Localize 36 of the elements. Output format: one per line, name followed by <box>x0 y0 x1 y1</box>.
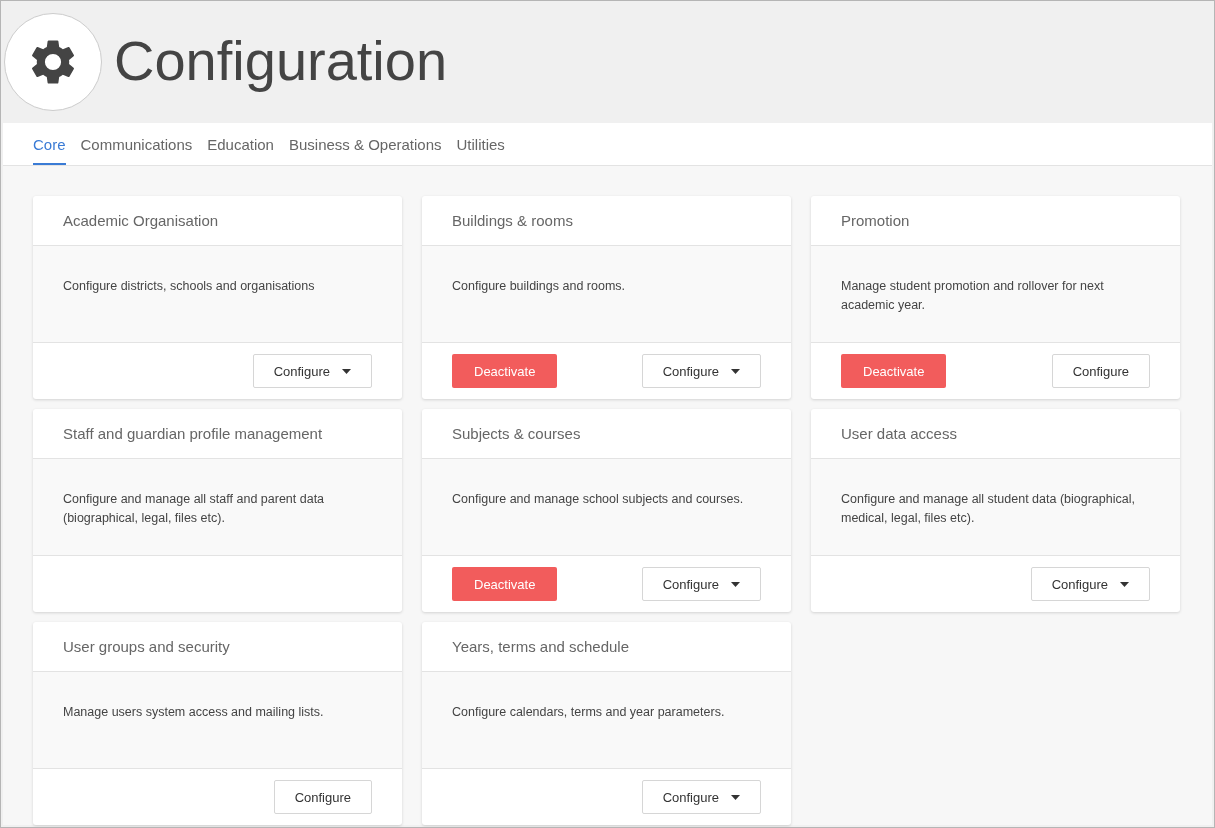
tab[interactable]: Utilities <box>456 123 505 165</box>
card-title: User groups and security <box>63 638 230 655</box>
card-title: Years, terms and schedule <box>452 638 630 655</box>
deactivate-button[interactable]: Deactivate <box>841 354 947 388</box>
card-description: Configure calendars, terms and year parameters. <box>452 705 725 719</box>
configure-dropdown-button[interactable]: Configure <box>641 354 761 388</box>
configure-dropdown-button[interactable]: Configure <box>641 780 761 814</box>
configure-dropdown-button[interactable]: Configure <box>1030 567 1150 601</box>
tab[interactable]: Business & Operations <box>288 123 442 165</box>
configure-button[interactable]: Configure <box>273 780 372 814</box>
deactivate-button[interactable]: Deactivate <box>452 567 558 601</box>
card-description: Configure and manage all student data (biographical, medical, legal, files etc). <box>841 492 1135 525</box>
card-title: User data access <box>841 425 957 442</box>
card-title: Buildings & rooms <box>452 212 573 229</box>
configure-dropdown-button[interactable]: Configure <box>252 354 372 388</box>
tab[interactable]: Communications <box>80 123 193 165</box>
card-title: Promotion <box>841 212 910 229</box>
caret-icon <box>1120 581 1129 587</box>
tab[interactable]: Education <box>207 123 274 165</box>
card-description: Manage student promotion and rollover for next academic year. <box>841 279 1104 312</box>
caret-icon <box>731 794 740 800</box>
deactivate-button[interactable]: Deactivate <box>452 354 558 388</box>
configure-dropdown-button[interactable]: Configure <box>641 567 761 601</box>
card-title: Staff and guardian profile management <box>63 425 323 442</box>
card-title: Subjects & courses <box>452 425 581 442</box>
card-description: Manage users system access and mailing lists. <box>63 705 324 719</box>
card-description: Configure and manage school subjects and courses. <box>452 492 744 506</box>
configure-button[interactable]: Configure <box>1051 354 1150 388</box>
caret-icon <box>342 368 351 374</box>
page-title: Configuration <box>114 27 448 93</box>
caret-icon <box>731 368 740 374</box>
card-description: Configure districts, schools and organisations <box>63 279 315 293</box>
caret-icon <box>731 581 740 587</box>
card-description: Configure and manage all staff and parent data (biographical, legal, files etc). <box>63 492 325 525</box>
card-title: Academic Organisation <box>63 212 219 229</box>
card-description: Configure buildings and rooms. <box>452 279 626 293</box>
